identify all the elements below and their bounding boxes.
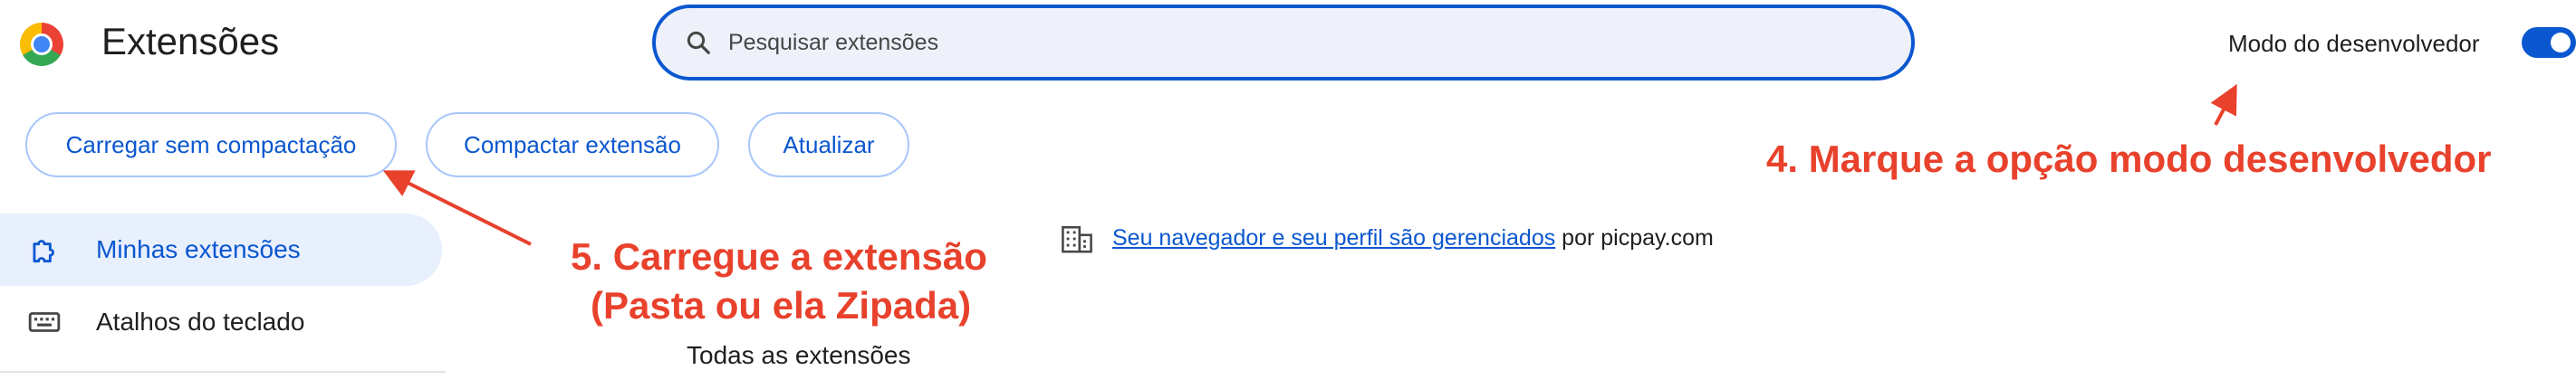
managed-suffix: por picpay.com <box>1555 225 1714 251</box>
toggle-knob <box>2551 33 2571 52</box>
sidebar-item-keyboard-shortcuts[interactable]: Atalhos do teclado <box>0 286 442 358</box>
arrow-to-developer-toggle <box>2210 83 2237 126</box>
annotation-step-5-line-1: 5. Carregue a extensão <box>571 235 987 278</box>
annotation-step-5-line-2: (Pasta ou ela Zipada) <box>591 284 972 327</box>
keyboard-icon <box>28 312 61 332</box>
update-button[interactable]: Atualizar <box>748 112 909 177</box>
developer-mode-toggle[interactable] <box>2522 27 2576 58</box>
managed-link[interactable]: Seu navegador e seu perfil são gerenciad… <box>1112 225 1555 251</box>
search-input[interactable]: Pesquisar extensões <box>652 5 1915 81</box>
building-icon <box>1062 225 1092 253</box>
load-unpacked-button[interactable]: Carregar sem compactação <box>25 112 397 177</box>
search-icon <box>687 31 710 54</box>
developer-mode-label: Modo do desenvolvedor <box>2228 30 2480 57</box>
puzzle-icon <box>33 240 54 263</box>
sidebar-item-label: Minhas extensões <box>96 235 301 263</box>
chrome-logo-icon <box>20 23 63 66</box>
sidebar-item-my-extensions[interactable]: Minhas extensões <box>0 213 442 286</box>
page-title: Extensões <box>101 20 280 62</box>
sidebar-divider <box>0 371 446 373</box>
annotation-step-4: 4. Marque a opção modo desenvolvedor <box>1766 138 2492 180</box>
sidebar-item-label: Atalhos do teclado <box>96 308 305 336</box>
pack-extension-button[interactable]: Compactar extensão <box>426 112 719 177</box>
search-placeholder: Pesquisar extensões <box>728 29 939 55</box>
managed-notice: Seu navegador e seu perfil são gerenciad… <box>1112 225 1714 251</box>
all-extensions-heading: Todas as extensões <box>687 341 911 369</box>
